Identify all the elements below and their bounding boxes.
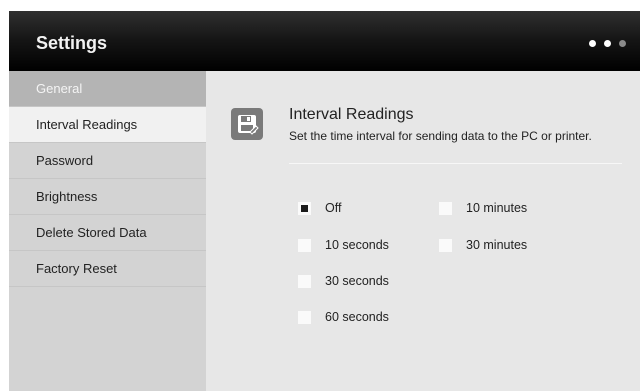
sidebar: General Interval Readings Password Brigh… [9,71,206,391]
sidebar-item-brightness[interactable]: Brightness [9,179,206,215]
sidebar-item-delete-stored-data[interactable]: Delete Stored Data [9,215,206,251]
option-label: 30 seconds [325,274,389,288]
option-60-seconds[interactable]: 60 seconds [298,308,389,326]
option-10-seconds-checkbox[interactable] [298,238,311,252]
sidebar-item-factory-reset[interactable]: Factory Reset [9,251,206,287]
option-30-minutes-checkbox[interactable] [439,238,452,252]
page-indicator [589,40,626,47]
option-30-minutes[interactable]: 30 minutes [439,236,527,254]
option-label: 30 minutes [466,238,528,252]
option-off[interactable]: Off [298,199,341,217]
content-panel: Interval Readings Set the time interval … [206,71,640,391]
option-label: 10 seconds [325,238,389,252]
settings-window: Settings General Interval Readings Passw… [9,11,640,391]
section-heading: Interval Readings [289,106,414,123]
option-off-checkbox[interactable] [298,201,311,215]
option-label: 10 minutes [466,201,528,215]
option-10-seconds[interactable]: 10 seconds [298,236,389,254]
option-10-minutes-checkbox[interactable] [439,201,452,215]
option-label: 60 seconds [325,310,389,324]
page-dot-1[interactable] [589,40,596,47]
divider [289,163,622,164]
page-dot-3[interactable] [619,40,626,47]
page-dot-2[interactable] [604,40,611,47]
option-30-seconds-checkbox[interactable] [298,274,311,288]
title-bar: Settings [9,11,640,71]
section-description: Set the time interval for sending data t… [289,129,592,143]
option-label: Off [325,201,342,215]
page-title: Settings [36,33,108,53]
option-30-seconds[interactable]: 30 seconds [298,272,389,290]
save-data-icon [231,108,263,140]
sidebar-item-interval-readings[interactable]: Interval Readings [9,107,206,143]
sidebar-item-password[interactable]: Password [9,143,206,179]
option-60-seconds-checkbox[interactable] [298,310,311,324]
option-10-minutes[interactable]: 10 minutes [439,199,527,217]
sidebar-section-general: General [9,71,206,107]
